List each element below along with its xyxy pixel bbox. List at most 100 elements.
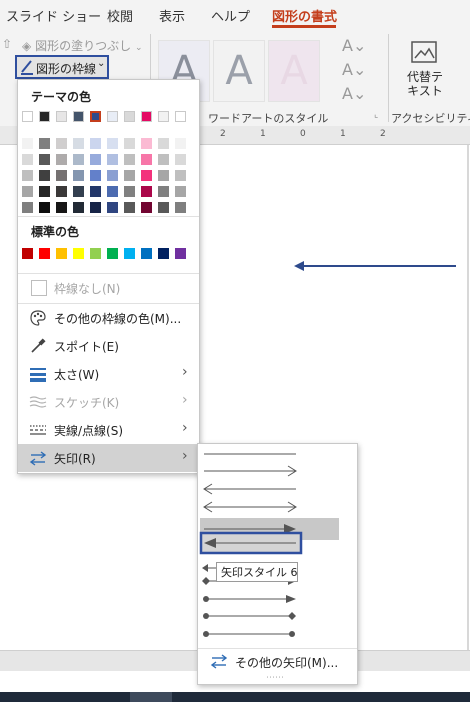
tab-shape-format[interactable]: 図形の書式 [272,6,337,25]
no-outline-item[interactable]: 枠線なし(N) [18,274,199,302]
theme-shade-swatch[interactable] [175,186,186,197]
theme-shade-swatch[interactable] [56,170,67,181]
standard-color-swatch[interactable] [56,248,67,259]
theme-color-swatch[interactable] [107,111,118,122]
wordart-style-3[interactable]: A [268,40,320,102]
arrow-style-3[interactable] [203,483,296,495]
standard-color-swatch[interactable] [90,248,101,259]
sketched-item[interactable]: スケッチ(K) › [18,388,199,416]
theme-shade-swatch[interactable] [39,138,50,149]
theme-color-swatch[interactable] [141,111,152,122]
arrow-style-2[interactable] [204,465,297,477]
theme-shade-swatch[interactable] [107,138,118,149]
standard-color-swatch[interactable] [107,248,118,259]
theme-color-swatch[interactable] [22,111,33,122]
theme-shade-swatch[interactable] [141,154,152,165]
more-colors-item[interactable]: その他の枠線の色(M)... [18,304,199,332]
theme-shade-swatch[interactable] [39,154,50,165]
theme-shade-swatch[interactable] [90,186,101,197]
theme-shade-swatch[interactable] [39,202,50,213]
scrollbar-thumb[interactable] [130,692,172,702]
theme-shade-swatch[interactable] [124,170,135,181]
alt-text-button[interactable]: 代替テ キスト [405,70,445,98]
theme-color-swatch[interactable] [175,111,186,122]
dialog-launcher-icon[interactable]: ⌞ [374,110,378,120]
theme-shade-swatch[interactable] [124,186,135,197]
theme-shade-swatch[interactable] [158,202,169,213]
theme-shade-swatch[interactable] [73,186,84,197]
theme-shade-swatch[interactable] [175,170,186,181]
arrow-style-9[interactable] [203,595,296,603]
wordart-style-2[interactable]: A [213,40,265,102]
theme-shade-swatch[interactable] [22,186,33,197]
more-arrows-item[interactable]: その他の矢印(M)... [198,650,357,672]
theme-shade-swatch[interactable] [90,202,101,213]
theme-shade-swatch[interactable] [107,170,118,181]
theme-shade-swatch[interactable] [22,202,33,213]
tab-review[interactable]: 校閲 [107,6,133,25]
theme-shade-swatch[interactable] [39,186,50,197]
theme-shade-swatch[interactable] [90,154,101,165]
tab-slideshow[interactable]: スライド ショー [6,6,101,25]
theme-shade-swatch[interactable] [141,202,152,213]
theme-shade-swatch[interactable] [73,202,84,213]
theme-color-swatch[interactable] [158,111,169,122]
tab-view[interactable]: 表示 [159,6,185,25]
standard-color-swatch[interactable] [175,248,186,259]
standard-color-swatch[interactable] [158,248,169,259]
standard-color-swatch[interactable] [22,248,33,259]
theme-shade-swatch[interactable] [175,154,186,165]
theme-shade-swatch[interactable] [107,154,118,165]
dashes-item[interactable]: 実線/点線(S) › [18,416,199,444]
theme-shade-swatch[interactable] [124,202,135,213]
slide-arrow-shape[interactable] [292,259,458,273]
theme-shade-swatch[interactable] [107,202,118,213]
theme-shade-swatch[interactable] [124,154,135,165]
weight-item[interactable]: 太さ(W) › [18,360,199,388]
theme-shade-swatch[interactable] [158,186,169,197]
theme-shade-swatch[interactable] [73,138,84,149]
theme-shade-swatch[interactable] [56,154,67,165]
theme-shade-swatch[interactable] [124,138,135,149]
arrow-style-4[interactable] [203,501,297,513]
theme-shade-swatch[interactable] [56,202,67,213]
arrow-style-11[interactable] [203,631,295,637]
theme-shade-swatch[interactable] [175,202,186,213]
shape-fill-button[interactable]: ◈ 図形の塗りつぶし ⌄ [22,37,143,54]
tab-help[interactable]: ヘルプ [211,6,250,25]
theme-shade-swatch[interactable] [22,170,33,181]
arrows-item[interactable]: 矢印(R) › [18,444,199,472]
theme-shade-swatch[interactable] [56,186,67,197]
theme-shade-swatch[interactable] [90,170,101,181]
theme-color-swatch[interactable] [73,111,84,122]
theme-shade-swatch[interactable] [22,138,33,149]
theme-color-swatch[interactable] [124,111,135,122]
theme-color-swatch[interactable] [89,110,102,123]
theme-shade-swatch[interactable] [141,186,152,197]
text-effects-icon[interactable]: A⌄ [342,84,366,103]
theme-shade-swatch[interactable] [158,170,169,181]
arrow-style-10[interactable] [203,612,296,620]
text-fill-icon[interactable]: A⌄ [342,36,366,55]
theme-color-swatch[interactable] [39,111,50,122]
standard-color-swatch[interactable] [141,248,152,259]
standard-color-swatch[interactable] [39,248,50,259]
theme-shade-swatch[interactable] [158,138,169,149]
theme-shade-swatch[interactable] [56,138,67,149]
standard-color-swatch[interactable] [73,248,84,259]
standard-color-swatch[interactable] [124,248,135,259]
theme-color-swatch[interactable] [56,111,67,122]
eyedropper-item[interactable]: スポイト(E) [18,332,199,360]
resize-handle-icon[interactable]: ⋯⋯ [266,673,284,683]
shape-outline-button[interactable]: 図形の枠線 ⌄ [15,55,109,79]
theme-shade-swatch[interactable] [175,138,186,149]
theme-shade-swatch[interactable] [141,138,152,149]
theme-shade-swatch[interactable] [39,170,50,181]
theme-shade-swatch[interactable] [73,154,84,165]
theme-shade-swatch[interactable] [141,170,152,181]
text-outline-icon[interactable]: A⌄ [342,60,366,79]
theme-shade-swatch[interactable] [90,138,101,149]
theme-shade-swatch[interactable] [73,170,84,181]
theme-shade-swatch[interactable] [22,154,33,165]
theme-shade-swatch[interactable] [107,186,118,197]
